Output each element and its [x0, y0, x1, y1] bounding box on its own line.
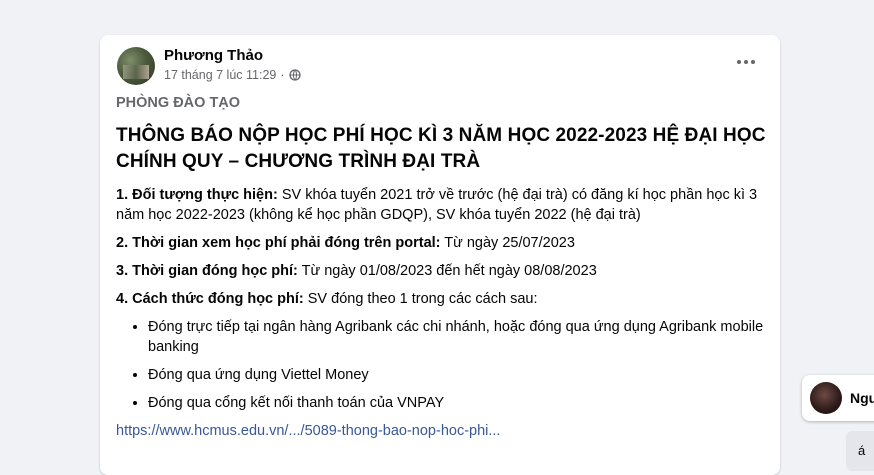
chat-contact[interactable]: Ngu — [802, 375, 874, 421]
info-item-1: 1. Đối tượng thực hiện: SV khóa tuyển 20… — [116, 187, 758, 223]
list-item: Đóng qua ứng dụng Viettel Money — [148, 365, 766, 385]
post-link[interactable]: https://www.hcmus.edu.vn/.../5089-thong-… — [116, 421, 500, 441]
post-meta: 17 tháng 7 lúc 11:29 · — [164, 68, 301, 82]
list-item: Đóng trực tiếp tại ngân hàng Agribank cá… — [148, 317, 766, 357]
info-item-3: 3. Thời gian đóng học phí: Từ ngày 01/08… — [116, 263, 597, 279]
post-card: Phương Thảo 17 tháng 7 lúc 11:29 · PHÒNG… — [100, 35, 780, 475]
post-timestamp[interactable]: 17 tháng 7 lúc 11:29 — [164, 68, 276, 82]
post-headline: THÔNG BÁO NỘP HỌC PHÍ HỌC KÌ 3 NĂM HỌC 2… — [116, 125, 766, 172]
chat-bubble-text: á — [858, 443, 866, 458]
meta-separator: · — [280, 68, 285, 82]
list-item: Đóng qua cổng kết nối thanh toán của VNP… — [148, 393, 766, 413]
globe-icon — [288, 69, 301, 81]
author-avatar[interactable] — [117, 47, 155, 85]
chat-avatar — [810, 382, 842, 414]
info-item-2: 2. Thời gian xem học phí phải đóng trên … — [116, 235, 575, 251]
chat-contact-name: Ngu — [850, 390, 874, 406]
payment-methods-list: Đóng trực tiếp tại ngân hàng Agribank cá… — [116, 317, 766, 413]
author-name[interactable]: Phương Thảo — [164, 47, 263, 64]
chat-bubble[interactable]: á — [846, 431, 874, 471]
info-item-4: 4. Cách thức đóng học phí: SV đóng theo … — [116, 291, 538, 307]
department-label: PHÒNG ĐÀO TẠO — [116, 95, 241, 111]
post-content: PHÒNG ĐÀO TẠO THÔNG BÁO NỘP HỌC PHÍ HỌC … — [116, 93, 766, 441]
more-options-icon[interactable] — [734, 55, 758, 69]
